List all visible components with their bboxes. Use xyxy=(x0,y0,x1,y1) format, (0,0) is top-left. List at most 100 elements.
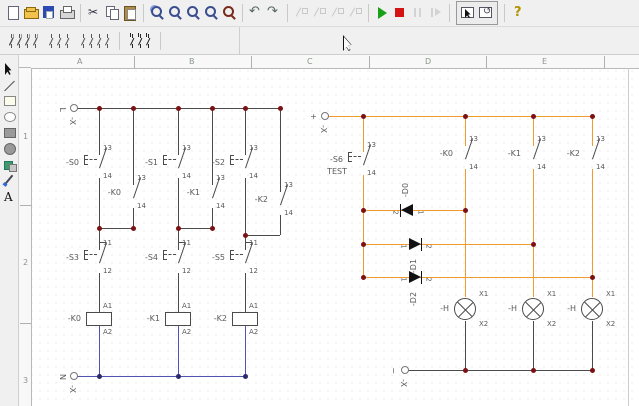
junction-dot xyxy=(176,226,181,231)
pin-label: A1 xyxy=(249,303,258,310)
junction-dot xyxy=(176,106,181,111)
junction-dot xyxy=(590,114,595,119)
pin-label: 12 xyxy=(182,268,191,275)
wire-segment[interactable] xyxy=(405,370,592,371)
contact-k0[interactable]: 1314-K0 xyxy=(425,134,481,176)
pin-label: 2 xyxy=(425,277,432,281)
coil-ref: -K0 xyxy=(59,315,81,323)
lamp-body xyxy=(522,298,544,320)
junction-dot xyxy=(176,374,181,379)
contact-ref: -S0 xyxy=(59,159,79,167)
contact-ref: -S5 xyxy=(205,254,225,262)
pin-label: 2 xyxy=(392,210,399,214)
pin-label: X1 xyxy=(606,291,615,298)
pin-label: A2 xyxy=(103,329,112,336)
pin-label: A2 xyxy=(182,329,191,336)
actuator-tick xyxy=(230,155,234,156)
lamp-indicator[interactable]: -H X1 X2 xyxy=(562,285,622,333)
pin-label: 1 xyxy=(400,244,407,248)
contact-ref: -K2 xyxy=(552,150,580,158)
pin-label: 14 xyxy=(137,203,146,210)
junction-dot xyxy=(361,242,366,247)
nc-tick xyxy=(245,242,252,243)
contact-k2[interactable]: 13 14 -K2 xyxy=(552,134,608,176)
terminal-label: N xyxy=(58,372,66,380)
pin-label: X1 xyxy=(547,291,556,298)
coil-body xyxy=(86,312,112,326)
diode-ref: -D0 xyxy=(402,182,410,198)
pin-label: A1 xyxy=(103,303,112,310)
wire-segment[interactable] xyxy=(245,235,280,236)
junction-dot xyxy=(531,368,536,373)
lamp-indicator[interactable]: -HX1X2 xyxy=(435,285,495,333)
pin-label: 14 xyxy=(367,170,376,177)
coil-k0[interactable]: -K0 A1 A2 xyxy=(59,299,119,339)
pin-label: 13 xyxy=(284,182,293,189)
wire-segment[interactable] xyxy=(363,175,364,277)
contact-s2[interactable]: 13 14 -S2 xyxy=(205,143,261,185)
contact-ref: -K0 xyxy=(425,150,453,158)
actuator-tick xyxy=(163,164,167,165)
junction-dot xyxy=(97,374,102,379)
pin-label: 13 xyxy=(103,145,112,152)
coil-ref: -K2 xyxy=(205,315,227,323)
coil-k2[interactable]: -K2A1A2 xyxy=(205,299,265,339)
terminal-name: -X xyxy=(68,383,76,393)
junction-dot xyxy=(278,106,283,111)
wire-segment[interactable] xyxy=(363,244,533,245)
contact-s4[interactable]: 1112-S4 xyxy=(138,238,194,280)
terminal-−[interactable] xyxy=(401,366,409,374)
contact-ref: -S2 xyxy=(205,159,225,167)
contact-k1[interactable]: 1314-K1 xyxy=(493,134,549,176)
contact-ref: -S1 xyxy=(138,159,158,167)
lamp-body xyxy=(454,298,476,320)
actuator-tick xyxy=(84,250,88,251)
actuator-link xyxy=(85,159,97,160)
diode-d2[interactable]: -D212 xyxy=(395,251,435,303)
pin-label: X2 xyxy=(547,321,556,328)
actuator-tick xyxy=(230,259,234,260)
terminal-label: + xyxy=(309,112,317,120)
actuator-tick xyxy=(84,155,88,156)
diode-cathode-bar xyxy=(421,271,422,284)
pin-label: X2 xyxy=(479,321,488,328)
pin-label: A1 xyxy=(182,303,191,310)
diode-cathode-bar xyxy=(400,204,401,217)
wire-segment[interactable] xyxy=(178,228,212,229)
contact-s3[interactable]: 1112-S3 xyxy=(59,238,115,280)
coil-body xyxy=(165,312,191,326)
junction-dot xyxy=(243,374,248,379)
pin-label: 13 xyxy=(249,145,258,152)
diode-triangle xyxy=(409,238,421,250)
junction-dot xyxy=(463,208,468,213)
terminal-name: -X xyxy=(319,123,327,133)
actuator-link xyxy=(164,254,176,255)
coil-k1[interactable]: -K1A1A2 xyxy=(138,299,198,339)
pin-label: X1 xyxy=(479,291,488,298)
contact-k2[interactable]: 1314-K2 xyxy=(240,180,296,222)
actuator-link xyxy=(349,156,361,157)
contact-s5[interactable]: 1112-S5 xyxy=(205,238,261,280)
pin-label: 13 xyxy=(182,145,191,152)
pin-label: 14 xyxy=(249,173,258,180)
contact-ref: -S4 xyxy=(138,254,158,262)
wire-segment[interactable] xyxy=(99,228,133,229)
contact-s6[interactable]: 1314-S6TEST xyxy=(323,140,379,182)
terminal-N[interactable] xyxy=(70,372,78,380)
terminal-+[interactable] xyxy=(321,112,329,120)
junction-dot xyxy=(210,226,215,231)
pin-label: X2 xyxy=(606,321,615,328)
junction-dot xyxy=(97,106,102,111)
diode-triangle xyxy=(409,271,421,283)
lamp-indicator[interactable]: -HX1X2 xyxy=(503,285,563,333)
actuator-tick xyxy=(230,250,234,251)
lamp-ref: -H xyxy=(564,305,576,313)
pin-label: 14 xyxy=(596,164,605,171)
nc-tick xyxy=(178,242,185,243)
junction-dot xyxy=(210,106,215,111)
pin-label: 13 xyxy=(596,136,605,143)
actuator-tick xyxy=(163,250,167,251)
terminal-L[interactable] xyxy=(70,104,78,112)
pin-label: 1 xyxy=(417,210,424,214)
contact-ref: -K1 xyxy=(172,189,200,197)
